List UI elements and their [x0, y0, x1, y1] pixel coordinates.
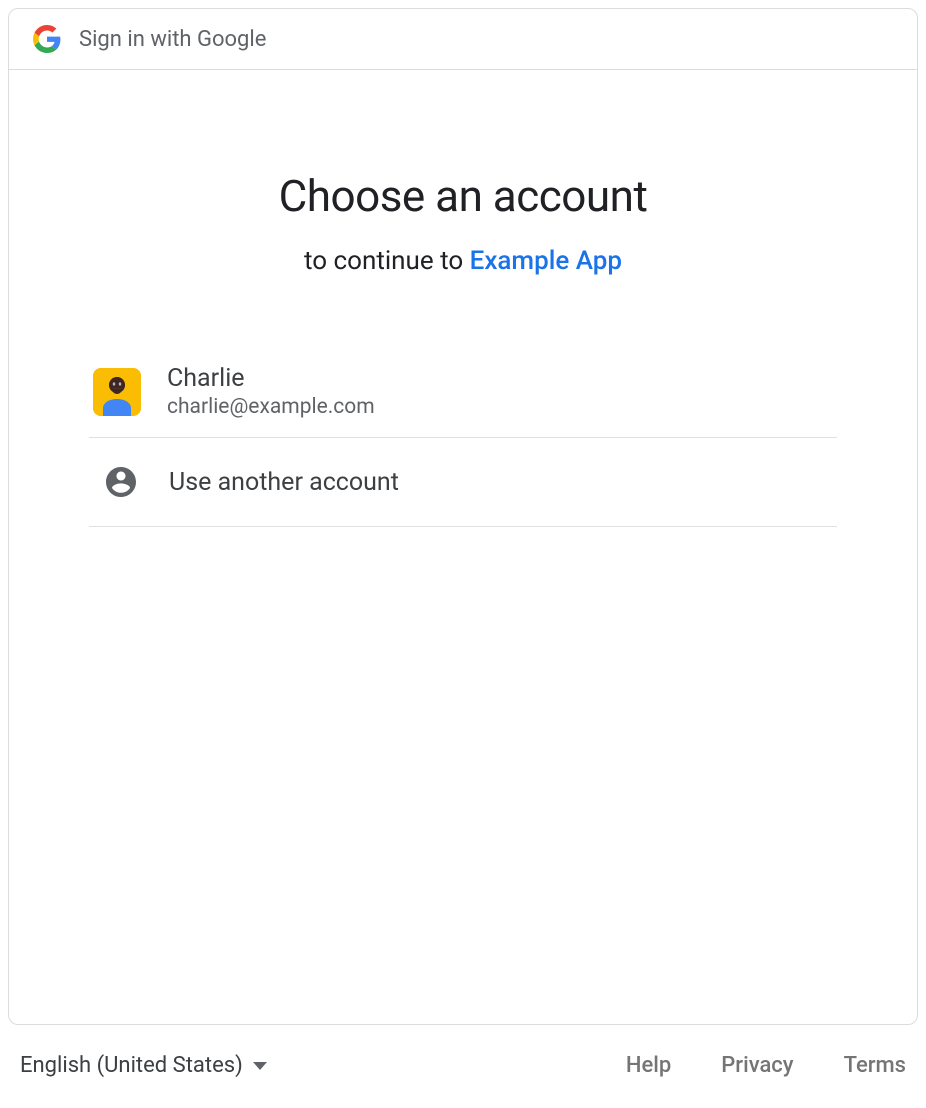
chevron-down-icon	[253, 1062, 267, 1070]
person-icon	[103, 464, 139, 500]
account-text: Charlie charlie@example.com	[167, 364, 375, 419]
avatar	[93, 368, 141, 416]
app-link[interactable]: Example App	[470, 246, 622, 276]
content-area: Choose an account to continue to Example…	[9, 70, 917, 1024]
account-row[interactable]: Charlie charlie@example.com	[89, 346, 837, 438]
terms-link[interactable]: Terms	[844, 1053, 906, 1078]
account-email: charlie@example.com	[167, 395, 375, 419]
use-another-account-row[interactable]: Use another account	[89, 438, 837, 527]
footer: English (United States) Help Privacy Ter…	[0, 1033, 926, 1108]
use-another-account-label: Use another account	[169, 468, 399, 497]
header-bar: Sign in with Google	[9, 9, 917, 70]
account-list: Charlie charlie@example.com Use another …	[89, 346, 837, 527]
header-title: Sign in with Google	[79, 27, 266, 52]
privacy-link[interactable]: Privacy	[721, 1053, 793, 1078]
footer-links: Help Privacy Terms	[626, 1053, 906, 1078]
account-name: Charlie	[167, 364, 375, 393]
google-logo-icon	[33, 25, 61, 53]
subheading-prefix: to continue to	[304, 246, 470, 276]
language-selector[interactable]: English (United States)	[20, 1053, 267, 1078]
language-label: English (United States)	[20, 1053, 243, 1078]
page-heading: Choose an account	[89, 170, 837, 222]
page-subheading: to continue to Example App	[89, 246, 837, 276]
signin-card: Sign in with Google Choose an account to…	[8, 8, 918, 1025]
help-link[interactable]: Help	[626, 1053, 671, 1078]
